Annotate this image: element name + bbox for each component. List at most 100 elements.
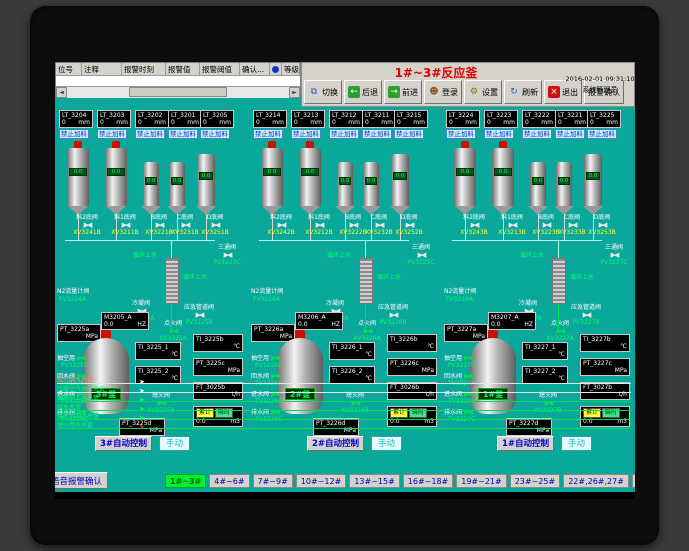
level-transmitter-box: LT_32040 mm [59, 110, 93, 128]
unit-text: mm [78, 119, 90, 126]
tab-10#~12#[interactable]: 10#~12# [296, 474, 346, 488]
valve-icon[interactable]: ▶◀ [350, 221, 357, 229]
instrument-value: MPa [390, 367, 434, 374]
valve-icon[interactable]: ▶◀ [471, 221, 478, 229]
instrument-value: ℃ [332, 351, 372, 358]
tank-cap [268, 141, 276, 148]
circulating-water-top-label: 循环上水 [520, 252, 544, 259]
tank-bottom-valve[interactable]: D底阀▶◀XV3252B [387, 214, 431, 236]
valve-name: 点火阀 [164, 320, 182, 327]
pipe-line [171, 240, 172, 258]
instrument-tag: PT_3226d [316, 420, 356, 427]
scrollbar-thumb[interactable] [129, 87, 227, 97]
valve-icon[interactable]: ▶◀ [182, 221, 189, 229]
tab-23#~25#[interactable]: 23#~25# [510, 474, 560, 488]
three-way-valve[interactable]: 三通阀▶◀PV3223C [205, 244, 249, 266]
right-instrument-box: PT_3226cMPa [387, 358, 437, 376]
ignite-valve[interactable]: 点火阀▶◀XV3227A [538, 320, 582, 342]
tank-bottom-valve[interactable]: D底阀▶◀XV3253B [580, 214, 624, 236]
valve-name: 三通阀 [605, 244, 623, 251]
instrument-tag: LT_3202 [138, 112, 166, 119]
tab-16#~18#[interactable]: 16#~18# [403, 474, 453, 488]
header-sort-icon[interactable] [270, 63, 282, 75]
valve-icon[interactable]: ▶◀ [418, 251, 425, 259]
toolbar-button-label: 前进 [402, 87, 418, 98]
valve-icon[interactable]: ▶◀ [156, 221, 163, 229]
valve-icon[interactable]: ▶◀ [84, 221, 91, 229]
value-text: 0 [590, 119, 594, 126]
alarm-column-header[interactable]: 报警值 [166, 63, 200, 75]
instrument-tag: LT_3204 [62, 112, 90, 119]
blue-dot-icon [272, 66, 279, 73]
alarm-hscrollbar[interactable]: ◄ ► [56, 86, 300, 97]
valve-icon[interactable]: ▶◀ [77, 354, 84, 362]
ignite-valve[interactable]: 点火阀▶◀XV3226A [345, 320, 389, 342]
valve-icon[interactable]: ▶◀ [464, 354, 471, 362]
valve-icon[interactable]: ▶◀ [271, 354, 278, 362]
tank-cap [499, 141, 507, 148]
valve-icon[interactable]: ▶◀ [543, 221, 550, 229]
valve-icon[interactable]: ▶◀ [599, 221, 606, 229]
valve-icon[interactable]: ▶◀ [611, 251, 618, 259]
alarm-column-header[interactable]: 确认... [240, 63, 270, 75]
auto-control-button-1#自动控制[interactable]: 1#自动控制 [497, 436, 554, 451]
instrument-tag: PT_3227d [509, 420, 549, 427]
scrollbar-track[interactable] [67, 87, 289, 98]
valve-icon[interactable]: ▶◀ [196, 311, 203, 319]
instrument-tag: TI_3225_1 [138, 344, 178, 351]
tank-bottom-valve[interactable]: D底阀▶◀XV3251B [193, 214, 237, 236]
toolbar-button-刷新[interactable]: ↻刷新 [504, 80, 542, 104]
valve-icon[interactable]: ▶◀ [390, 311, 397, 319]
valve-icon[interactable]: ▶◀ [583, 311, 590, 319]
valve-icon[interactable]: ▶◀ [376, 221, 383, 229]
voice-alarm-confirm-button[interactable]: 语音报警确认 [55, 472, 108, 489]
tab-1#~3#[interactable]: 1#~3# [165, 474, 206, 488]
valve-icon[interactable]: ▶◀ [509, 221, 516, 229]
valve-icon[interactable]: ▶◀ [212, 221, 219, 229]
scada-canvas: LT_32040mm禁止加料0.0LT_32030mm禁止加料0.0LT_320… [55, 62, 635, 469]
unit-text: mm [219, 119, 231, 126]
toolbar-button-设置[interactable]: ⚙设置 [464, 80, 502, 104]
valve-icon[interactable]: ▶◀ [406, 221, 413, 229]
scroll-right-icon[interactable]: ► [289, 87, 300, 98]
instrument-tag: TI_3226_1 [332, 344, 372, 351]
tank-level-display: 0.0 [393, 172, 407, 180]
alarm-column-header[interactable]: 注释 [82, 63, 122, 75]
datetime-text: 2016-02-01 09:31:10 [565, 75, 634, 83]
circulating-water-right-label: 循环上水 [570, 274, 594, 281]
tab-4#~6#[interactable]: 4#~6# [209, 474, 249, 488]
alarm-column-header[interactable]: 报警时刻 [122, 63, 166, 75]
auto-control-button-2#自动控制[interactable]: 2#自动控制 [307, 436, 364, 451]
toolbar-button-后退[interactable]: ←后退 [344, 80, 382, 104]
tab-13#~15#[interactable]: 13#~15# [349, 474, 399, 488]
valve-icon[interactable]: ▶◀ [271, 372, 278, 380]
three-way-valve[interactable]: 三通阀▶◀PV3225C [399, 244, 443, 266]
instrument-tag: LT_3215 [397, 112, 425, 119]
alarm-column-header[interactable]: 位号 [56, 63, 82, 75]
toolbar-button-前进[interactable]: →前进 [384, 80, 422, 104]
valve-icon[interactable]: ▶◀ [122, 221, 129, 229]
tab-19#~21#[interactable]: 19#~21# [456, 474, 506, 488]
tab-22#,26#,27#[interactable]: 22#,26#,27# [563, 474, 629, 488]
ignite-valve[interactable]: 点火阀▶◀XV3225A [151, 320, 195, 342]
left-valve-row: 回水阀▶◀ [251, 372, 278, 380]
valve-icon[interactable]: ▶◀ [464, 372, 471, 380]
unit-text: ℃ [171, 351, 178, 358]
value-text: 0 [138, 119, 142, 126]
auto-control-button-3#自动控制[interactable]: 3#自动控制 [95, 436, 152, 451]
valve-icon[interactable]: ▶◀ [316, 221, 323, 229]
valve-name: 回水阀 [444, 373, 462, 380]
toolbar-button-登录[interactable]: ☻登录 [424, 80, 462, 104]
valve-icon[interactable]: ▶◀ [224, 251, 231, 259]
valve-icon[interactable]: ▶◀ [278, 221, 285, 229]
value-text: 0 [62, 119, 66, 126]
toolbar-button-切换[interactable]: ⧉切换 [304, 80, 342, 104]
valve-icon[interactable]: ▶◀ [569, 221, 576, 229]
three-way-valve[interactable]: 三通阀▶◀PV3227C [592, 244, 635, 266]
alarm-column-header[interactable]: 报警阈值 [200, 63, 240, 75]
tab-28#~30#[interactable]: 28#~30# [632, 474, 635, 488]
left-valve-row: 抽空用▶◀ [251, 354, 278, 362]
tab-7#~9#[interactable]: 7#~9# [253, 474, 293, 488]
alarm-column-header[interactable]: 等级 [282, 63, 300, 75]
scroll-left-icon[interactable]: ◄ [56, 87, 67, 98]
